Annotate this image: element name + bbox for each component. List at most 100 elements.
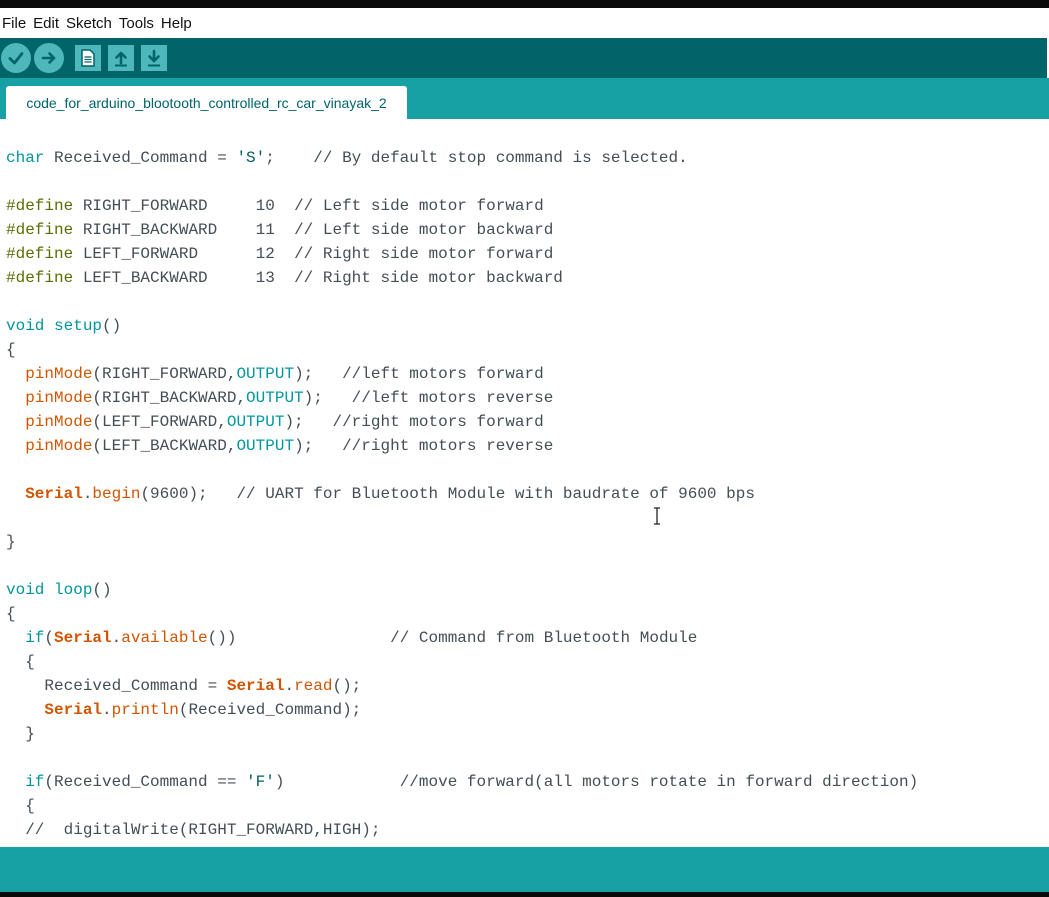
code-token: (Received_Command); — [178, 701, 362, 719]
code-token: { — [6, 341, 16, 359]
code-token: //move forward(all motors rotate in forw… — [399, 773, 919, 791]
menu-file[interactable]: File — [0, 15, 31, 32]
code-line: Received_Command = Serial.read(); — [6, 674, 918, 698]
code-line: pinMode(RIGHT_BACKWARD,OUTPUT); //left m… — [6, 386, 918, 410]
code-token: // UART for Bluetooth Module with baudra… — [236, 485, 755, 503]
toolbar — [0, 38, 1049, 78]
code-token: 'F' — [246, 773, 275, 791]
code-token: ) — [274, 773, 400, 791]
window-top-edge — [0, 0, 1049, 8]
code-token: Received_Command = — [44, 149, 237, 167]
code-line: // digitalWrite(RIGHT_FORWARD,HIGH); — [6, 818, 918, 842]
code-token: { — [6, 797, 35, 815]
code-token: #define — [6, 221, 74, 239]
code-line: { — [6, 650, 918, 674]
save-button[interactable] — [141, 45, 167, 71]
code-token: // Left side motor forward — [294, 197, 544, 215]
code-token: OUTPUT — [236, 437, 295, 455]
code-token: //right motors forward — [332, 413, 544, 431]
window-bottom-edge — [0, 892, 1049, 897]
code-line: #define RIGHT_BACKWARD 11 // Left side m… — [6, 218, 918, 242]
code-line: pinMode(LEFT_FORWARD,OUTPUT); //right mo… — [6, 410, 918, 434]
code-token: Serial — [44, 701, 103, 719]
code-token: pinMode — [25, 437, 93, 455]
code-line: { — [6, 338, 918, 362]
code-line: } — [6, 722, 918, 746]
code-token: RIGHT_FORWARD 10 — [73, 197, 295, 215]
code-token: ); — [294, 365, 343, 383]
code-token: println — [111, 701, 179, 719]
code-token: void — [6, 581, 45, 599]
code-token: ()) — [207, 629, 391, 647]
code-token: #define — [6, 269, 74, 287]
code-token: . — [82, 485, 93, 503]
menu-edit[interactable]: Edit — [31, 15, 64, 32]
code-line: void setup() — [6, 314, 918, 338]
code-token: ); — [284, 413, 333, 431]
code-line: } — [6, 530, 918, 554]
code-token: (9600); — [140, 485, 237, 503]
code-line: #define LEFT_FORWARD 12 // Right side mo… — [6, 242, 918, 266]
code-line: Serial.println(Received_Command); — [6, 698, 918, 722]
code-editor[interactable]: char Received_Command = 'S'; // By defau… — [0, 119, 1049, 847]
code-token: // Right side motor forward — [294, 245, 554, 263]
tab-sketch[interactable]: code_for_arduino_blootooth_controlled_rc… — [6, 86, 407, 119]
code-token: // digitalWrite(RIGHT_FORWARD,HIGH); — [25, 821, 381, 839]
menu-sketch[interactable]: Sketch — [64, 15, 117, 32]
code-token: pinMode — [25, 389, 93, 407]
menu-help[interactable]: Help — [159, 15, 197, 32]
code-token: //left motors reverse — [351, 389, 554, 407]
code-token: //right motors reverse — [342, 437, 554, 455]
code-token: } — [6, 533, 16, 551]
code-token: setup — [54, 317, 103, 335]
code-token: . — [284, 677, 295, 695]
code-token: { — [6, 605, 16, 623]
arrow-down-icon — [148, 49, 160, 67]
code-token: LEFT_FORWARD 12 — [73, 245, 295, 263]
code-token: //left motors forward — [342, 365, 544, 383]
code-token: () — [102, 317, 122, 335]
code-token: } — [6, 725, 35, 743]
upload-button[interactable] — [34, 43, 64, 73]
arrow-up-icon — [115, 51, 127, 67]
code-token: . — [111, 629, 122, 647]
menu-tools[interactable]: Tools — [117, 15, 159, 32]
code-token: char — [6, 149, 45, 167]
code-line: { — [6, 602, 918, 626]
menu-bar: File Edit Sketch Tools Help — [0, 8, 1049, 39]
code-token: 'S' — [236, 149, 266, 167]
verify-button[interactable] — [1, 43, 31, 73]
code-token: pinMode — [25, 365, 93, 383]
tab-bar: code_for_arduino_blootooth_controlled_rc… — [0, 78, 1049, 119]
arrow-right-icon — [41, 52, 56, 64]
code-token: OUTPUT — [236, 365, 295, 383]
open-button[interactable] — [108, 45, 134, 71]
code-token: { — [6, 653, 35, 671]
code-token: LEFT_BACKWARD 13 — [73, 269, 295, 287]
new-button[interactable] — [75, 45, 101, 71]
code-token: available — [121, 629, 208, 647]
code-line: pinMode(RIGHT_FORWARD,OUTPUT); //left mo… — [6, 362, 918, 386]
code-token: () — [92, 581, 112, 599]
code-line: pinMode(LEFT_BACKWARD,OUTPUT); //right m… — [6, 434, 918, 458]
code-text: char Received_Command = 'S'; // By defau… — [6, 146, 918, 842]
code-token: Serial — [226, 677, 285, 695]
code-token: ); — [303, 389, 352, 407]
code-token: (Received_Command == — [44, 773, 247, 791]
code-line: char Received_Command = 'S'; // By defau… — [6, 146, 918, 170]
code-token: (LEFT_BACKWARD, — [92, 437, 237, 455]
